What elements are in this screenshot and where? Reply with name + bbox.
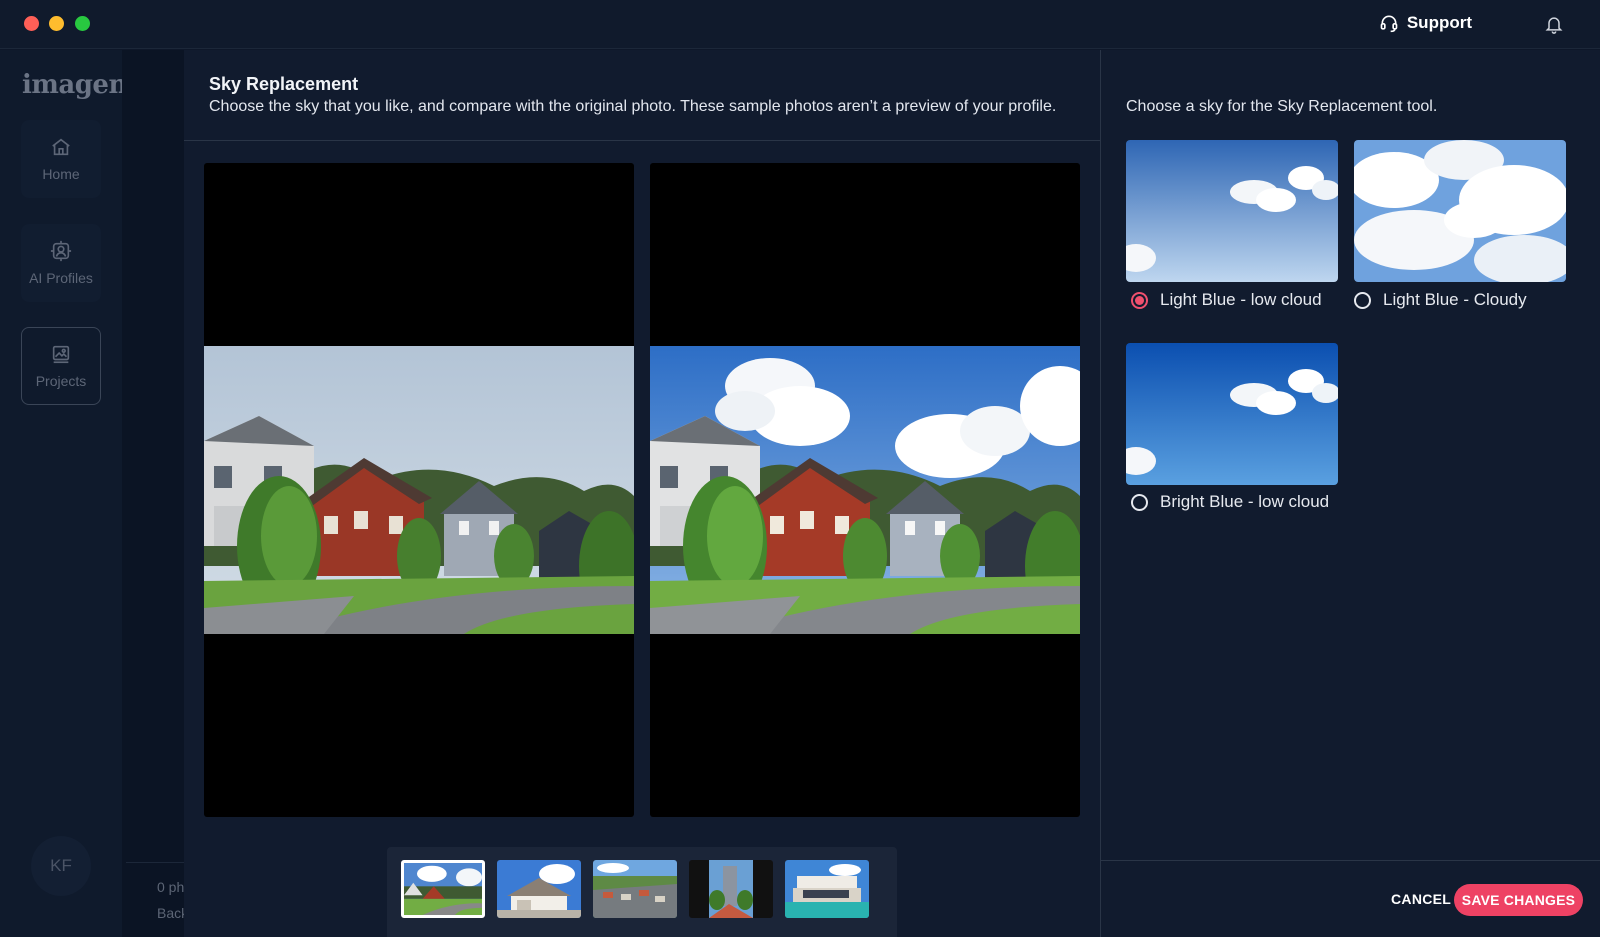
bell-icon[interactable] [1544, 13, 1564, 35]
imagen-logo: imagen [22, 70, 127, 100]
panel-footer: CANCEL SAVE CHANGES [1101, 860, 1600, 937]
sky-card-light-blue-low-cloud[interactable] [1126, 140, 1338, 282]
sky-preview-image [1354, 140, 1566, 282]
modal-title: Sky Replacement [209, 74, 359, 94]
thumbnail-white-house[interactable] [497, 860, 581, 918]
sky-option-label: Light Blue - Cloudy [1383, 290, 1527, 309]
headset-icon [1380, 15, 1398, 33]
sky-preview-image [1126, 343, 1338, 485]
thumbnail-aerial-neighborhood[interactable] [593, 860, 677, 918]
replaced-house-photo [650, 346, 1080, 634]
close-window-button[interactable] [24, 16, 39, 31]
save-changes-button[interactable]: SAVE CHANGES [1454, 884, 1583, 916]
sky-option-light-blue-low-cloud[interactable]: Light Blue - low cloud [1131, 290, 1322, 310]
sky-prompt: Choose a sky for the Sky Replacement too… [1126, 98, 1438, 115]
sky-card-bright-blue-low-cloud[interactable] [1126, 343, 1338, 485]
sidebar-item-label: AI Profiles [29, 270, 93, 286]
sidebar: imagen Home AI Profiles Projects KF [0, 50, 127, 937]
background-photo-count: 0 ph [157, 879, 184, 895]
sky-preview-image [1126, 140, 1338, 282]
sidebar-item-ai-profiles[interactable]: AI Profiles [21, 224, 101, 302]
sidebar-item-label: Projects [35, 373, 87, 389]
title-bar: Support [0, 0, 1600, 49]
cancel-button[interactable]: CANCEL [1391, 891, 1451, 907]
sky-card-light-blue-cloudy[interactable] [1354, 140, 1566, 282]
sky-options-panel: Choose a sky for the Sky Replacement too… [1100, 50, 1600, 937]
sky-option-bright-blue-low-cloud[interactable]: Bright Blue - low cloud [1131, 492, 1329, 512]
background-back-link: Back [157, 905, 184, 921]
thumbnail-image [689, 860, 773, 918]
sky-replacement-modal: Sky Replacement Choose the sky that you … [184, 50, 1100, 937]
sky-option-light-blue-cloudy[interactable]: Light Blue - Cloudy [1354, 290, 1527, 310]
support-link[interactable]: Support [1379, 13, 1472, 33]
thumbnail-image [497, 860, 581, 918]
minimize-window-button[interactable] [49, 16, 64, 31]
replaced-sky-preview [650, 163, 1080, 817]
projects-icon [52, 345, 70, 364]
home-icon [52, 138, 70, 156]
thumbnail-image [593, 860, 677, 918]
sky-option-label: Bright Blue - low cloud [1160, 492, 1330, 511]
sidebar-item-label: Home [42, 166, 80, 182]
support-label: Support [1406, 13, 1472, 32]
radio-unselected[interactable] [1131, 493, 1148, 511]
thumbnail-tower-courtyard[interactable] [689, 860, 773, 918]
background-content [122, 50, 184, 937]
avatar[interactable]: KF [31, 836, 91, 896]
thumbnail-house-street[interactable] [401, 860, 485, 918]
ai-profile-icon [50, 240, 72, 262]
radio-unselected[interactable] [1354, 291, 1371, 309]
thumbnail-image [785, 860, 869, 918]
modal-header: Sky Replacement Choose the sky that you … [184, 50, 1100, 141]
sidebar-item-projects[interactable]: Projects [21, 327, 101, 405]
original-photo-preview [204, 163, 634, 817]
sample-photo-strip [387, 847, 897, 937]
sidebar-item-home[interactable]: Home [21, 120, 101, 198]
modal-description: Choose the sky that you like, and compar… [209, 98, 1057, 115]
radio-selected[interactable] [1131, 291, 1148, 309]
original-house-photo [204, 346, 634, 634]
thumbnail-modern-villa-pool[interactable] [785, 860, 869, 918]
background-footer: 0 ph Back [126, 862, 184, 937]
maximize-window-button[interactable] [75, 16, 90, 31]
thumbnail-image [404, 863, 482, 915]
sky-option-label: Light Blue - low cloud [1160, 290, 1322, 309]
